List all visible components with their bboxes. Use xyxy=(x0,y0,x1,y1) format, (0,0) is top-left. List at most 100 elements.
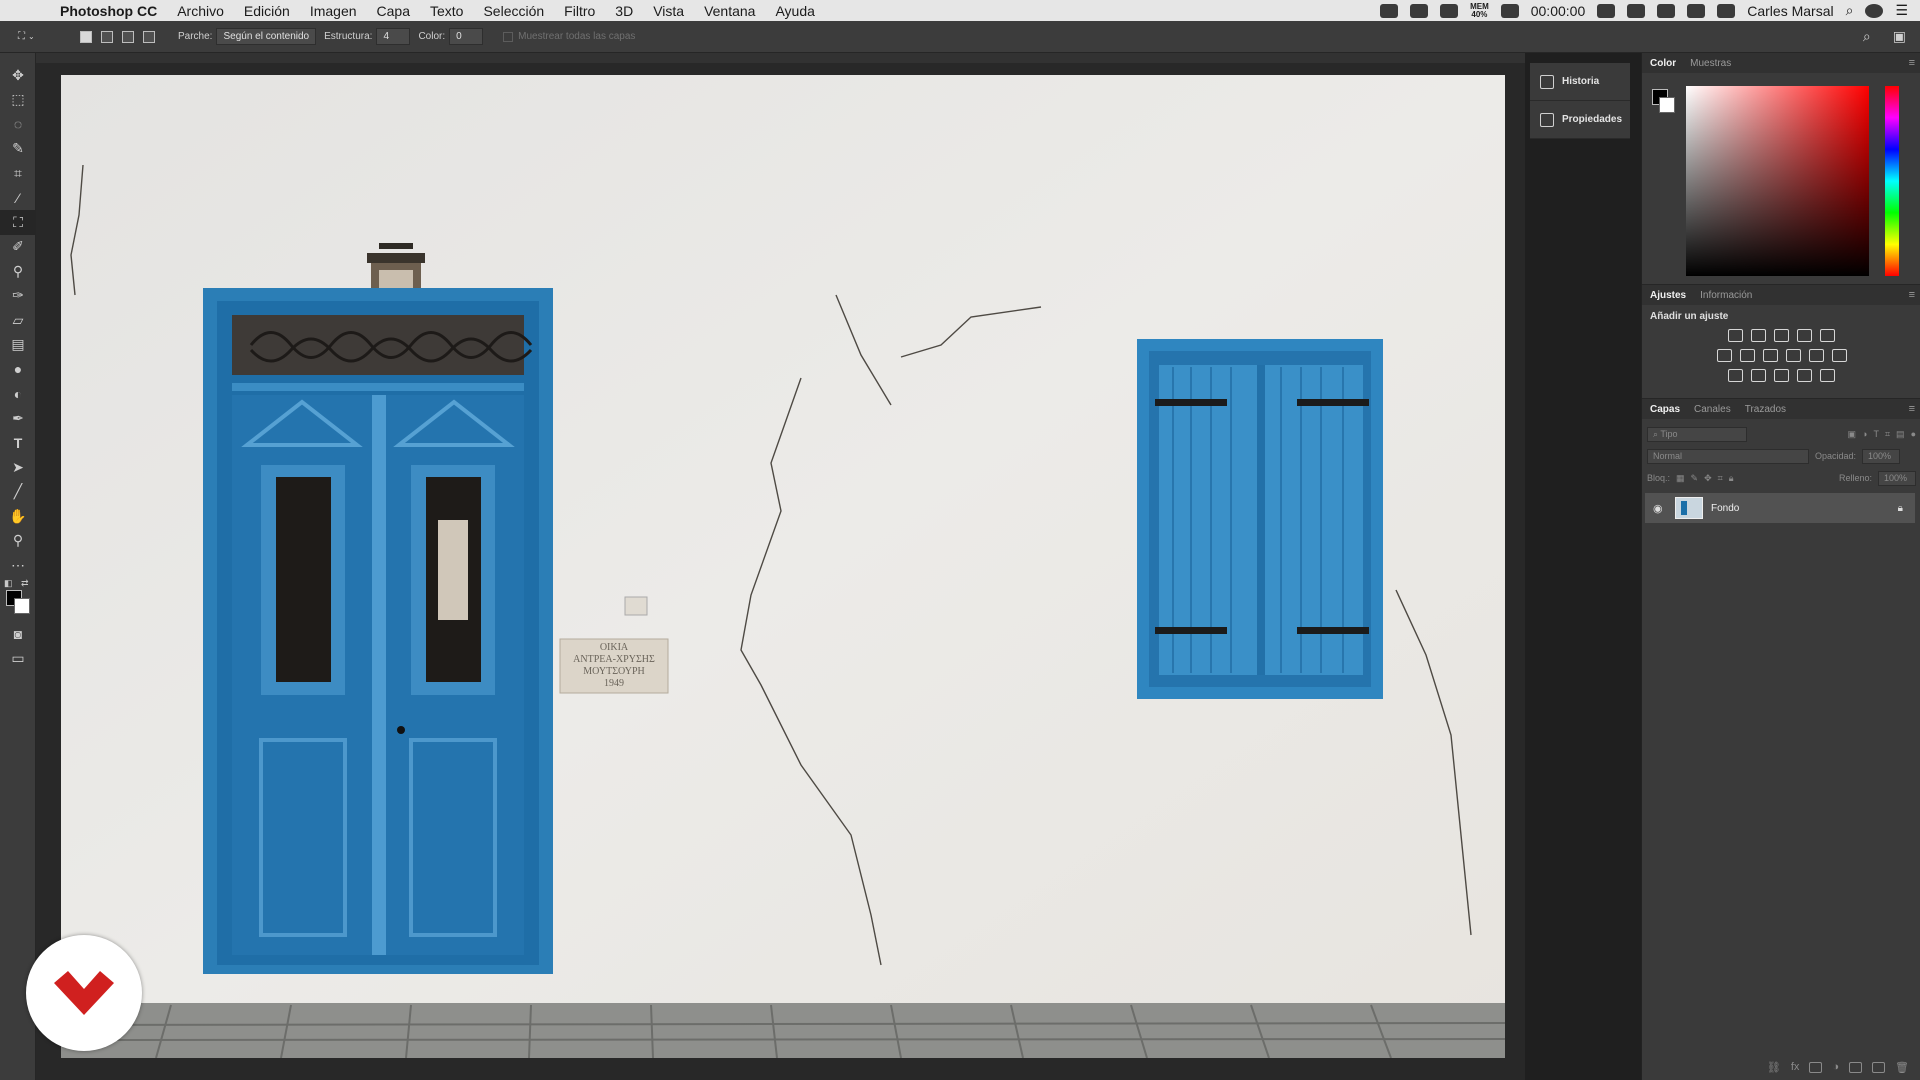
layer-lock-icon[interactable]: 🔒︎ xyxy=(1898,503,1903,514)
visibility-eye-icon[interactable]: ◉ xyxy=(1653,502,1667,515)
properties-panel-button[interactable]: Propiedades xyxy=(1530,101,1630,139)
selective-color-icon[interactable] xyxy=(1797,369,1812,382)
sample-all-checkbox[interactable] xyxy=(503,31,514,42)
filter-pixel-icon[interactable]: ▣ xyxy=(1848,429,1857,440)
path-selection-tool-icon[interactable]: ➤ xyxy=(0,455,36,480)
link-layers-icon[interactable]: ⛓ xyxy=(1767,1061,1781,1074)
menu-filtro[interactable]: Filtro xyxy=(554,3,605,19)
history-panel-button[interactable]: Historia xyxy=(1530,63,1630,101)
filter-adjustment-icon[interactable]: ◑ xyxy=(1862,429,1867,439)
tab-info[interactable]: Información xyxy=(1700,290,1752,301)
user-name[interactable]: Carles Marsal xyxy=(1747,3,1833,19)
menu-archivo[interactable]: Archivo xyxy=(167,3,234,19)
add-selection-button[interactable] xyxy=(101,30,113,43)
patch-tool-icon[interactable]: ⛶ xyxy=(0,210,36,235)
menu-app[interactable]: Photoshop CC xyxy=(50,3,167,19)
delete-layer-icon[interactable]: 🗑︎ xyxy=(1895,1061,1909,1074)
tool-preset-picker[interactable]: ⛶ ⌄ xyxy=(18,28,54,46)
layer-filter-select[interactable]: ⌕ Tipo xyxy=(1647,426,1747,442)
threshold-icon[interactable] xyxy=(1774,369,1789,382)
filter-toggle-icon[interactable]: ● xyxy=(1911,429,1916,439)
menu-vista[interactable]: Vista xyxy=(643,3,694,19)
dodge-tool-icon[interactable]: ◐ xyxy=(0,382,36,407)
color-lookup-icon[interactable] xyxy=(1831,349,1847,362)
memory-indicator[interactable]: MEM 40% xyxy=(1470,2,1489,19)
gradient-map-icon[interactable] xyxy=(1820,369,1835,382)
screen-record-icon[interactable] xyxy=(1380,3,1399,18)
siri-icon[interactable] xyxy=(1865,3,1884,18)
menu-capa[interactable]: Capa xyxy=(367,3,420,19)
tab-swatches[interactable]: Muestras xyxy=(1690,58,1731,69)
subtract-selection-button[interactable] xyxy=(122,30,134,43)
spotlight-icon[interactable]: ⌕ xyxy=(1846,2,1854,19)
lock-position-icon[interactable]: ✥ xyxy=(1704,473,1712,484)
black-white-icon[interactable] xyxy=(1762,349,1778,362)
color-swatches[interactable]: ◧ ⇄ xyxy=(0,578,36,622)
bluetooth-icon[interactable] xyxy=(1657,3,1676,18)
panel-menu-icon[interactable]: ≡ xyxy=(1909,403,1915,415)
lock-pixels-icon[interactable]: ✎ xyxy=(1691,473,1699,484)
search-icon[interactable]: ⌕ xyxy=(1863,28,1871,45)
lasso-tool-icon[interactable]: ◌ xyxy=(0,112,36,137)
zoom-tool-icon[interactable]: ⚲ xyxy=(0,529,36,554)
tab-layers[interactable]: Capas xyxy=(1650,404,1680,415)
tab-color[interactable]: Color xyxy=(1650,58,1676,69)
gradient-tool-icon[interactable]: ▤ xyxy=(0,333,36,358)
move-tool-icon[interactable]: ✥ xyxy=(0,63,36,88)
levels-icon[interactable] xyxy=(1751,329,1766,342)
exposure-icon[interactable] xyxy=(1797,329,1812,342)
filter-shape-icon[interactable]: ⌗ xyxy=(1885,429,1890,440)
layer-row[interactable]: ◉ Fondo 🔒︎ xyxy=(1645,493,1915,523)
stamp-tool-icon[interactable]: ⚲ xyxy=(0,259,36,284)
layer-style-icon[interactable]: fx xyxy=(1791,1061,1800,1073)
workspace-icon[interactable]: ▣ xyxy=(1893,28,1906,45)
tab-paths[interactable]: Trazados xyxy=(1745,404,1786,415)
structure-select[interactable]: 4 xyxy=(376,28,411,45)
pen-tool-icon[interactable]: ✒ xyxy=(0,406,36,431)
m-icon[interactable] xyxy=(1597,3,1616,18)
fill-field[interactable]: 100% xyxy=(1878,470,1916,486)
panel-menu-icon[interactable]: ≡ xyxy=(1909,289,1915,301)
tab-adjustments[interactable]: Ajustes xyxy=(1650,290,1686,301)
type-tool-icon[interactable]: T xyxy=(0,431,36,456)
menu-texto[interactable]: Texto xyxy=(420,3,473,19)
hue-slider[interactable] xyxy=(1885,86,1899,276)
screen-mode-icon[interactable]: ▭ xyxy=(0,646,36,671)
hue-saturation-icon[interactable] xyxy=(1716,349,1732,362)
tab-channels[interactable]: Canales xyxy=(1694,404,1731,415)
panel-menu-icon[interactable]: ≡ xyxy=(1909,57,1915,69)
new-group-icon[interactable] xyxy=(1849,1061,1863,1073)
default-colors-icon[interactable]: ◧ xyxy=(4,578,13,589)
notification-center-icon[interactable]: ☰ xyxy=(1895,2,1908,19)
intersect-selection-button[interactable] xyxy=(143,30,155,43)
eyedropper-tool-icon[interactable]: ⁄ xyxy=(0,186,36,211)
new-selection-button[interactable] xyxy=(80,30,92,43)
quick-selection-tool-icon[interactable]: ✎ xyxy=(0,137,36,162)
layer-name[interactable]: Fondo xyxy=(1711,503,1739,514)
menu-seleccion[interactable]: Selección xyxy=(473,3,554,19)
menu-ventana[interactable]: Ventana xyxy=(694,3,765,19)
posterize-icon[interactable] xyxy=(1751,369,1766,382)
color-background-swatch[interactable] xyxy=(1659,97,1675,113)
vibrance-icon[interactable] xyxy=(1820,329,1835,342)
lock-artboard-icon[interactable]: ⌗ xyxy=(1718,473,1723,484)
crop-tool-icon[interactable]: ⌗ xyxy=(0,161,36,186)
color-select[interactable]: 0 xyxy=(449,28,484,45)
volume-icon[interactable] xyxy=(1717,3,1736,18)
hand-tool-icon[interactable]: ✋ xyxy=(0,504,36,529)
blend-mode-select[interactable]: Normal xyxy=(1647,448,1809,464)
lock-transparency-icon[interactable]: ▦ xyxy=(1676,473,1685,484)
quick-mask-icon[interactable]: ◙ xyxy=(0,622,36,647)
brightness-icon[interactable] xyxy=(1728,329,1743,342)
curves-icon[interactable] xyxy=(1774,329,1789,342)
more-tools-icon[interactable]: ⋯ xyxy=(0,553,36,578)
menu-3d[interactable]: 3D xyxy=(605,3,643,19)
new-layer-icon[interactable] xyxy=(1872,1061,1886,1073)
menu-ayuda[interactable]: Ayuda xyxy=(765,3,824,19)
swap-colors-icon[interactable]: ⇄ xyxy=(21,578,29,589)
creative-cloud-icon[interactable] xyxy=(1410,3,1429,18)
photo-filter-icon[interactable] xyxy=(1785,349,1801,362)
menu-edicion[interactable]: Edición xyxy=(234,3,300,19)
color-picker-field[interactable] xyxy=(1686,86,1869,276)
line-tool-icon[interactable]: ╱ xyxy=(0,480,36,505)
